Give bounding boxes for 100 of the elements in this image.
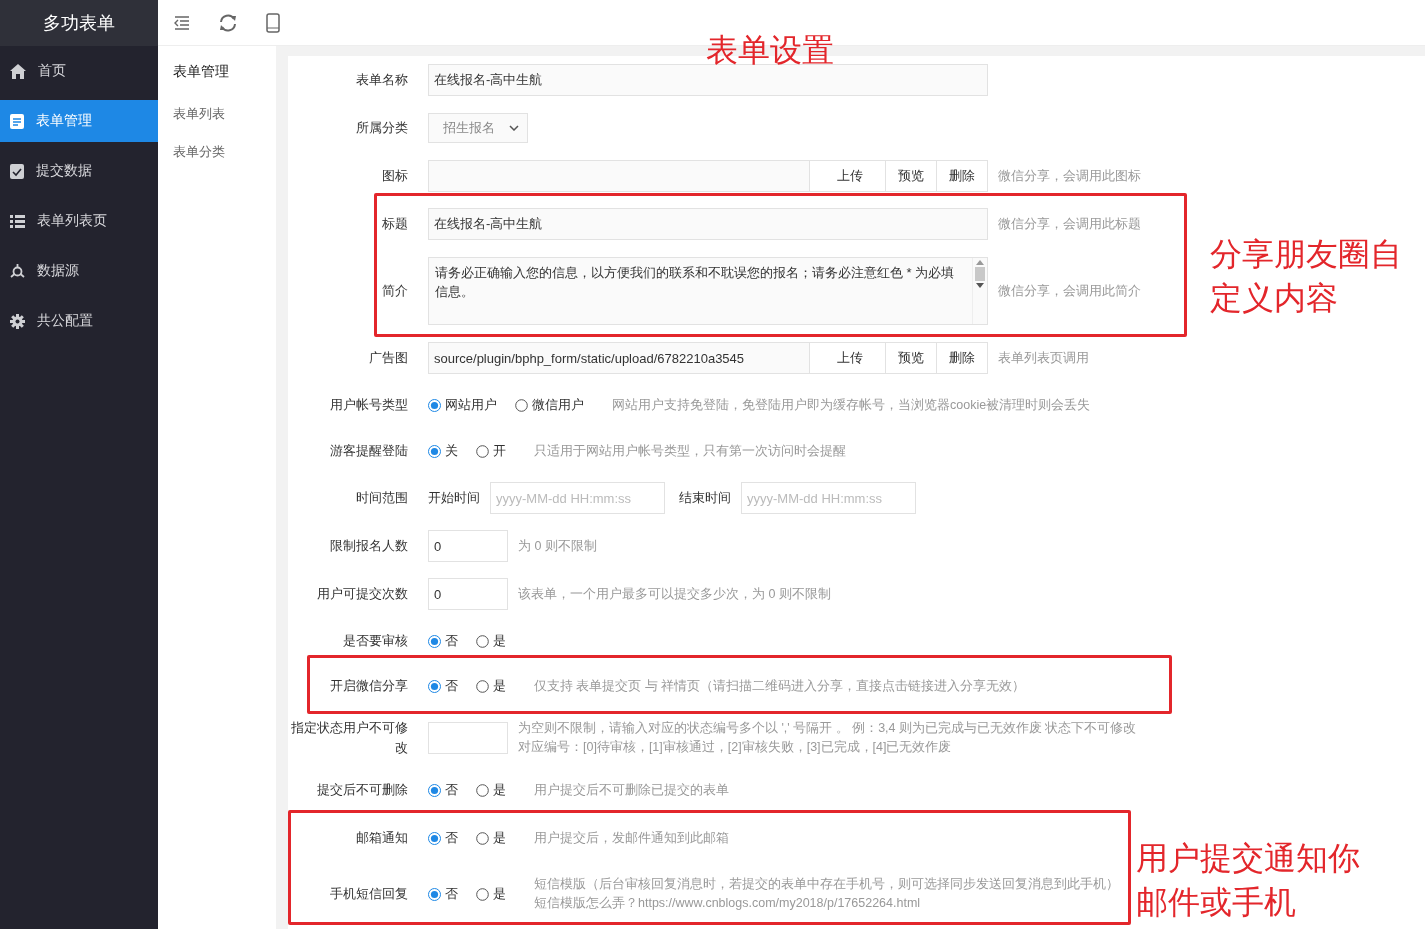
field-label: 表单名称 xyxy=(355,71,409,89)
scroll-up-icon[interactable] xyxy=(976,260,984,265)
field-label: 限制报名人数 xyxy=(329,537,409,555)
radio-button[interactable] xyxy=(476,887,489,901)
annotation-text: 分享朋友圈自定义内容 xyxy=(1210,235,1403,318)
number-field[interactable]: 0 xyxy=(428,578,508,610)
radio-button[interactable] xyxy=(428,679,441,693)
hint-text: 用户提交后，发邮件通知到此邮箱 xyxy=(534,829,729,847)
settings-icon xyxy=(10,313,25,329)
hint-text: 微信分享，会调用此标题 xyxy=(998,215,1141,233)
annotation-text: 用户提交通知你邮件或手机 xyxy=(1136,839,1361,922)
option-label: 开 xyxy=(493,442,506,460)
radio-button[interactable] xyxy=(476,831,489,845)
hint-text: 网站用户支持免登陆，免登陆用户即为缓存帐号，当浏览器cookie被清理时则会丢失 xyxy=(612,396,1091,414)
sidebar-item[interactable]: 提交数据 xyxy=(0,146,158,196)
option-label: 是 xyxy=(493,677,506,695)
option-label: 否 xyxy=(445,677,458,695)
refresh-icon[interactable] xyxy=(218,13,238,32)
document-icon xyxy=(10,113,24,129)
text-field[interactable]: 在线报名-高中生航 xyxy=(428,208,988,240)
field-label: 用户帐号类型 xyxy=(329,396,409,414)
option-label: 否 xyxy=(445,781,458,799)
field-label: 指定状态用户不可修改 xyxy=(290,719,409,757)
radio-button[interactable] xyxy=(428,783,441,797)
field-label: 所属分类 xyxy=(355,119,409,137)
preview-button[interactable]: 预览 xyxy=(886,342,937,374)
scrollbar[interactable] xyxy=(972,258,987,324)
sidebar-item[interactable]: 数据源 xyxy=(0,246,158,296)
date-field[interactable]: yyyy-MM-dd HH:mm:ss xyxy=(490,482,665,514)
sidebar-item[interactable]: 共公配置 xyxy=(0,296,158,346)
date-field[interactable]: yyyy-MM-dd HH:mm:ss xyxy=(741,482,916,514)
field-label: 图标 xyxy=(381,167,409,185)
hint-text: 为 0 则不限制 xyxy=(518,537,597,555)
upload-button[interactable]: 上传 xyxy=(810,160,886,192)
home-icon xyxy=(10,63,26,79)
sidebar-item[interactable]: 首页 xyxy=(0,46,158,96)
hint-text: 短信模版怎么弄？https://www.cnblogs.com/my2018/p/17652264.html xyxy=(534,895,922,912)
file-path-field[interactable]: source/plugin/bphp_form/static/upload/6782210a3545 xyxy=(428,342,810,374)
text-field[interactable]: 在线报名-高中生航 xyxy=(428,64,988,96)
option-label: 网站用户 xyxy=(445,396,497,414)
hint-text: 仅支持 表单提交页 与 祥情页（请扫描二维码进入分享，直接点击链接进入分享无效） xyxy=(534,677,1026,695)
delete-button[interactable]: 删除 xyxy=(937,160,988,192)
number-field[interactable] xyxy=(428,722,508,754)
radio-button[interactable] xyxy=(515,398,528,412)
radio-button[interactable] xyxy=(428,398,441,412)
option-label: 关 xyxy=(445,442,458,460)
hint-text: 短信模版（后台审核回复消息时，若提交的表单中存在手机号，则可选择同步发送回复消息到此手机） xyxy=(534,876,1119,893)
field-label: 手机短信回复 xyxy=(329,885,409,903)
start-time-label: 开始时间 xyxy=(428,489,480,507)
mobile-icon[interactable] xyxy=(266,12,280,33)
radio-button[interactable] xyxy=(476,634,489,648)
radio-button[interactable] xyxy=(428,831,441,845)
hint-text: 对应编号：[0]待审核，[1]审核通过，[2]审核失败，[3]已完成，[4]已无效作废 xyxy=(518,739,953,756)
field-label: 开启微信分享 xyxy=(329,677,409,695)
field-label: 时间范围 xyxy=(355,489,409,507)
field-label: 提交后不可删除 xyxy=(316,781,409,799)
category-dropdown[interactable]: 招生报名 xyxy=(428,113,528,143)
list-icon xyxy=(10,214,25,228)
field-label: 广告图 xyxy=(368,349,409,367)
hint-text: 表单列表页调用 xyxy=(998,349,1089,367)
hint-text: 为空则不限制，请输入对应的状态编号多个以 ',' 号隔开 。 例：3,4 则为已完成与已无效作废 状态下不可修改 xyxy=(518,720,1137,737)
option-label: 是 xyxy=(493,829,506,847)
option-label: 是 xyxy=(493,885,506,903)
clipboard-check-icon xyxy=(10,163,24,179)
field-label: 是否要审核 xyxy=(342,632,409,650)
submenu-title: 表单管理 xyxy=(173,63,229,81)
radio-button[interactable] xyxy=(476,783,489,797)
submenu-item[interactable]: 表单分类 xyxy=(173,143,225,161)
field-label: 标题 xyxy=(381,215,409,233)
radio-button[interactable] xyxy=(476,679,489,693)
option-label: 否 xyxy=(445,632,458,650)
file-path-field[interactable] xyxy=(428,160,810,192)
menu-icon[interactable] xyxy=(174,15,190,30)
submenu-item[interactable]: 表单列表 xyxy=(173,105,225,123)
delete-button[interactable]: 删除 xyxy=(937,342,988,374)
option-label: 否 xyxy=(445,829,458,847)
hint-text: 微信分享，会调用此简介 xyxy=(998,282,1141,300)
option-label: 是 xyxy=(493,632,506,650)
hint-text: 微信分享，会调用此图标 xyxy=(998,167,1141,185)
network-icon xyxy=(10,264,25,278)
field-label: 用户可提交次数 xyxy=(316,585,409,603)
option-label: 否 xyxy=(445,885,458,903)
sidebar-item[interactable]: 表单列表页 xyxy=(0,196,158,246)
number-field[interactable]: 0 xyxy=(428,530,508,562)
chevron-down-icon xyxy=(509,125,519,131)
hint-text: 用户提交后不可删除已提交的表单 xyxy=(534,781,729,799)
scroll-thumb[interactable] xyxy=(975,267,985,281)
radio-button[interactable] xyxy=(476,444,489,458)
preview-button[interactable]: 预览 xyxy=(886,160,937,192)
app-title: 多功表单 xyxy=(43,12,115,35)
radio-button[interactable] xyxy=(428,444,441,458)
upload-button[interactable]: 上传 xyxy=(810,342,886,374)
sidebar-item[interactable]: 表单管理 xyxy=(0,100,158,142)
radio-button[interactable] xyxy=(428,634,441,648)
field-label: 游客提醒登陆 xyxy=(329,442,409,460)
end-time-label: 结束时间 xyxy=(679,489,731,507)
scroll-down-icon[interactable] xyxy=(976,283,984,288)
description-textarea[interactable]: 请务必正确输入您的信息，以方便我们的联系和不耽误您的报名；请务必注意红色 * 为必填信息。 xyxy=(428,257,988,325)
option-label: 微信用户 xyxy=(532,396,584,414)
radio-button[interactable] xyxy=(428,887,441,901)
